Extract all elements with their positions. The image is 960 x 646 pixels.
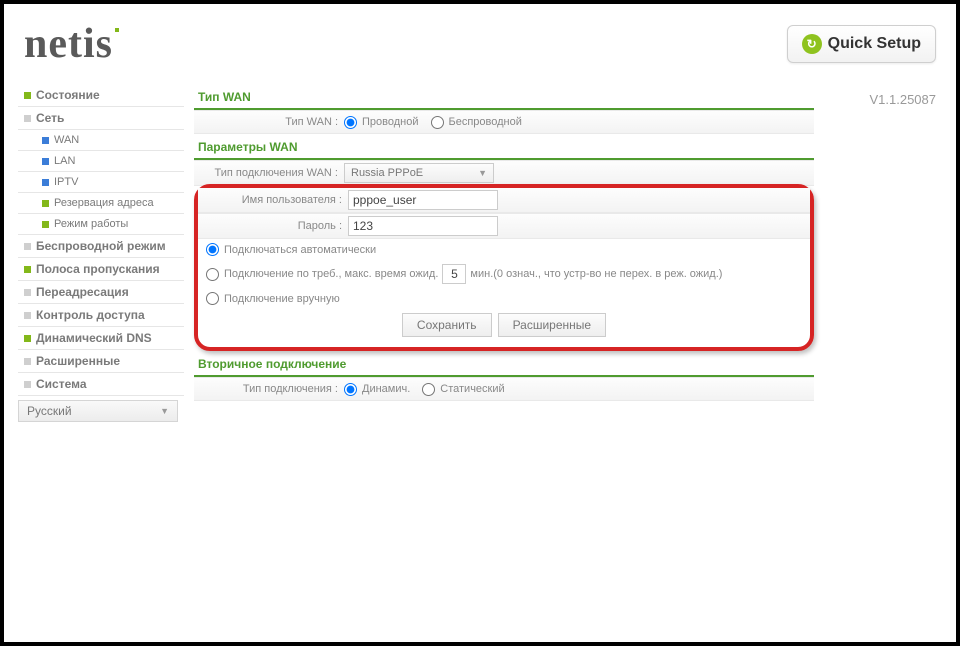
sidebar-item-label: Динамический DNS	[36, 331, 152, 345]
sidebar-item-3[interactable]: LAN	[18, 151, 184, 172]
bullet-icon	[24, 312, 31, 319]
save-button[interactable]: Сохранить	[402, 313, 492, 337]
conn-mode-demand-radio[interactable]: Подключение по треб., макс. время ожид.	[206, 268, 438, 281]
conn-type-select[interactable]: Russia PPPoE▼	[344, 163, 494, 183]
sidebar-item-label: Переадресация	[36, 285, 129, 299]
idle-timeout-hint: мин.(0 означ., что устр-во не перех. в р…	[470, 268, 722, 280]
sidebar-item-label: Резервация адреса	[54, 197, 154, 209]
wan-type-wireless-radio[interactable]: Беспроводной	[431, 116, 522, 129]
bullet-icon	[24, 335, 31, 342]
conn-mode-auto-radio[interactable]: Подключаться автоматически	[206, 243, 376, 256]
language-select[interactable]: Русский▼	[18, 400, 178, 422]
section-secondary-title: Вторичное подключение	[194, 351, 814, 377]
section-wan-type-title: Тип WAN	[194, 84, 814, 110]
sidebar-item-4[interactable]: IPTV	[18, 172, 184, 193]
bullet-icon	[24, 115, 31, 122]
sec-static-radio[interactable]: Статический	[422, 383, 504, 396]
sidebar-item-label: WAN	[54, 134, 79, 146]
bullet-icon	[42, 221, 49, 228]
bullet-icon	[24, 243, 31, 250]
advanced-button[interactable]: Расширенные	[498, 313, 607, 337]
sidebar-item-5[interactable]: Резервация адреса	[18, 193, 184, 214]
bullet-icon	[24, 92, 31, 99]
quick-setup-icon: ↻	[802, 34, 822, 54]
chevron-down-icon: ▼	[478, 168, 487, 178]
sidebar-item-label: Состояние	[36, 88, 100, 102]
conn-mode-manual-radio[interactable]: Подключение вручную	[206, 292, 340, 305]
sidebar-item-8[interactable]: Полоса пропускания	[18, 258, 184, 281]
bullet-icon	[42, 200, 49, 207]
section-wan-params-title: Параметры WAN	[194, 134, 814, 160]
main-content: Тип WAN Тип WAN : Проводной Беспроводной…	[184, 84, 824, 422]
logo: netis	[24, 20, 119, 68]
sidebar-item-12[interactable]: Расширенные	[18, 350, 184, 373]
sidebar-item-label: Режим работы	[54, 218, 128, 230]
sidebar-item-label: Расширенные	[36, 354, 120, 368]
sidebar-item-label: IPTV	[54, 176, 78, 188]
username-label: Имя пользователя :	[198, 194, 348, 206]
sec-dynamic-radio[interactable]: Динамич.	[344, 383, 410, 396]
sidebar-item-0[interactable]: Состояние	[18, 84, 184, 107]
firmware-version: V1.1.25087	[869, 92, 936, 107]
password-label: Пароль :	[198, 220, 348, 232]
sidebar-item-7[interactable]: Беспроводной режим	[18, 235, 184, 258]
bullet-icon	[24, 381, 31, 388]
bullet-icon	[42, 137, 49, 144]
wan-type-wired-radio[interactable]: Проводной	[344, 116, 419, 129]
idle-timeout-input[interactable]	[442, 264, 466, 284]
sidebar-item-label: Контроль доступа	[36, 308, 145, 322]
sidebar-item-label: Система	[36, 377, 87, 391]
quick-setup-button[interactable]: ↻ Quick Setup	[787, 25, 936, 63]
chevron-down-icon: ▼	[160, 406, 169, 416]
sidebar-item-2[interactable]: WAN	[18, 130, 184, 151]
sidebar-item-13[interactable]: Система	[18, 373, 184, 396]
sidebar: Состояние Сеть WAN LAN IPTV Резервация адреса…	[4, 84, 184, 422]
sidebar-item-11[interactable]: Динамический DNS	[18, 327, 184, 350]
sidebar-item-9[interactable]: Переадресация	[18, 281, 184, 304]
sidebar-item-label: Беспроводной режим	[36, 239, 166, 253]
conn-type-label: Тип подключения WAN :	[194, 167, 344, 179]
sidebar-item-6[interactable]: Режим работы	[18, 214, 184, 235]
wan-type-label: Тип WAN :	[194, 116, 344, 128]
sec-conn-type-label: Тип подключения :	[194, 383, 344, 395]
username-input[interactable]	[348, 190, 498, 210]
bullet-icon	[42, 158, 49, 165]
sidebar-item-10[interactable]: Контроль доступа	[18, 304, 184, 327]
bullet-icon	[24, 289, 31, 296]
sidebar-item-label: LAN	[54, 155, 75, 167]
password-input[interactable]	[348, 216, 498, 236]
bullet-icon	[24, 358, 31, 365]
highlighted-form: Имя пользователя : Пароль : Подключаться…	[194, 184, 814, 351]
bullet-icon	[42, 179, 49, 186]
bullet-icon	[24, 266, 31, 273]
sidebar-item-label: Полоса пропускания	[36, 262, 160, 276]
sidebar-item-1[interactable]: Сеть	[18, 107, 184, 130]
sidebar-item-label: Сеть	[36, 111, 64, 125]
